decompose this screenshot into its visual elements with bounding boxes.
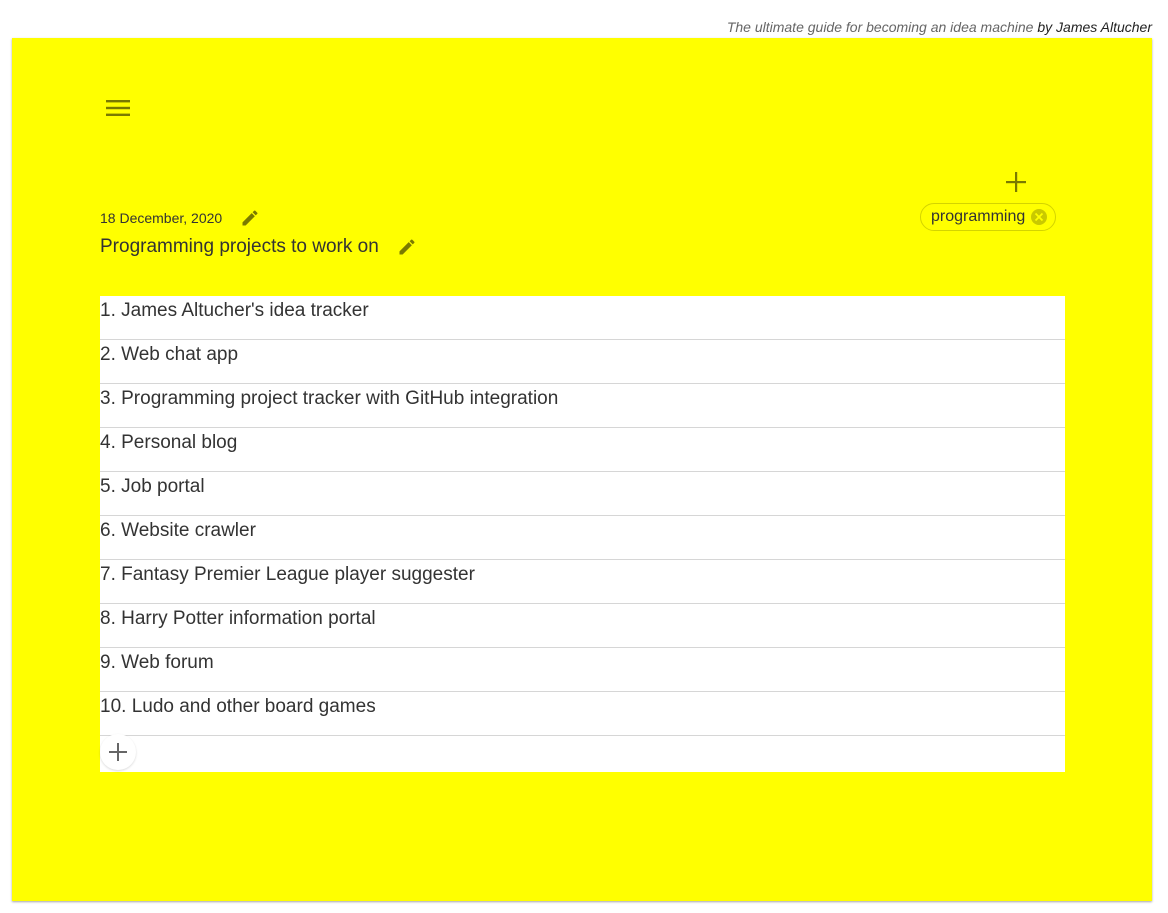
list-item[interactable]: 10. Ludo and other board games xyxy=(100,692,1065,736)
note-card: programming 18 December, 2020 Programmin… xyxy=(12,38,1152,901)
edit-date-button[interactable] xyxy=(238,206,262,230)
guide-author: by James Altucher xyxy=(1037,19,1152,35)
edit-title-button[interactable] xyxy=(395,235,419,259)
list-item[interactable]: 5. Job portal xyxy=(100,472,1065,516)
idea-list: 1. James Altucher's idea tracker 2. Web … xyxy=(100,296,1065,772)
list-item[interactable]: 6. Website crawler xyxy=(100,516,1065,560)
list-item[interactable]: 2. Web chat app xyxy=(100,340,1065,384)
add-item-button[interactable] xyxy=(100,734,136,770)
pencil-icon xyxy=(242,210,258,226)
close-icon xyxy=(1035,212,1044,222)
pencil-icon xyxy=(399,239,415,255)
plus-icon xyxy=(1006,172,1026,192)
list-item[interactable]: 3. Programming project tracker with GitH… xyxy=(100,384,1065,428)
list-item[interactable]: 8. Harry Potter information portal xyxy=(100,604,1065,648)
plus-icon xyxy=(109,743,127,761)
note-date: 18 December, 2020 xyxy=(100,210,223,226)
tag-chip[interactable]: programming xyxy=(920,203,1057,231)
list-item[interactable]: 1. James Altucher's idea tracker xyxy=(100,296,1065,340)
date-row: 18 December, 2020 xyxy=(100,206,262,230)
menu-icon xyxy=(106,100,130,116)
tag-chip-label: programming xyxy=(931,208,1026,225)
list-item[interactable]: 7. Fantasy Premier League player suggest… xyxy=(100,560,1065,604)
menu-button[interactable] xyxy=(100,90,136,126)
list-item[interactable]: 4. Personal blog xyxy=(100,428,1065,472)
remove-tag-button[interactable] xyxy=(1031,209,1048,225)
note-title: Programming projects to work on xyxy=(100,236,379,257)
title-row: Programming projects to work on xyxy=(100,235,419,259)
add-tag-button[interactable] xyxy=(1000,166,1032,198)
guide-title: The ultimate guide for becoming an idea … xyxy=(726,19,1034,35)
list-item[interactable]: 9. Web forum xyxy=(100,648,1065,692)
page-tagline: The ultimate guide for becoming an idea … xyxy=(727,18,1152,36)
